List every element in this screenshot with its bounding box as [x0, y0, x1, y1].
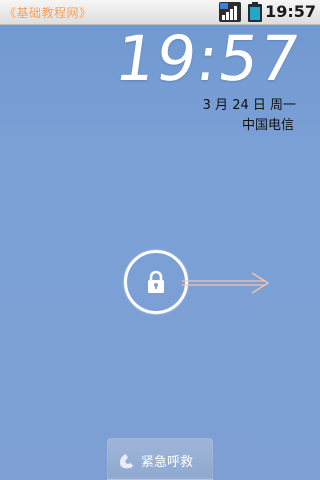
emergency-call-label: 紧急呼救 [141, 455, 194, 470]
emergency-call-button[interactable]: 紧急呼救 [107, 438, 213, 480]
lockscreen-date: 3 月 24 日 周一 [202, 98, 296, 113]
battery-body [248, 4, 262, 22]
notification-text[interactable]: 《基础教程网》 [4, 4, 92, 21]
lock-icon [148, 270, 164, 293]
carrier-name: 中国电信 [241, 118, 294, 133]
battery-icon [248, 2, 262, 22]
battery-fill [250, 7, 260, 20]
signal-bars-icon [222, 6, 237, 20]
phone-icon [120, 454, 133, 469]
unlock-handle[interactable] [124, 250, 188, 314]
signal-strength-icon [219, 2, 241, 22]
lockscreen-clock: 19:57 [111, 22, 306, 95]
arrow-right-icon [182, 272, 270, 294]
status-bar-time: 19:57 [265, 2, 316, 21]
